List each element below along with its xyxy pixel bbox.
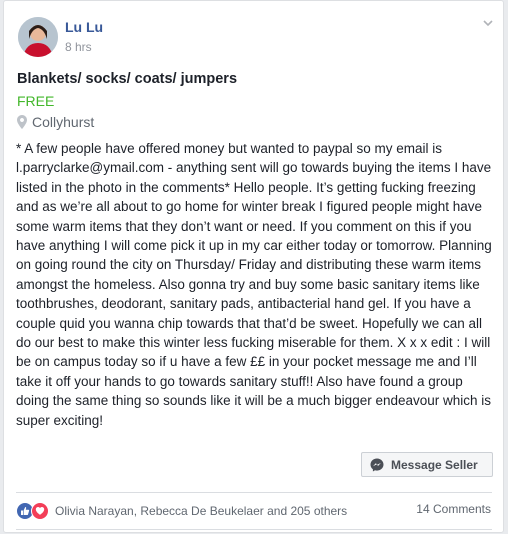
chevron-down-icon[interactable]	[480, 15, 496, 31]
avatar[interactable]	[18, 17, 58, 57]
messenger-icon	[370, 458, 384, 471]
reactions-summary[interactable]: Olivia Narayan, Rebecca De Beukelaer and…	[16, 502, 347, 520]
post-time[interactable]: 8 hrs	[65, 40, 92, 54]
listing-price: FREE	[17, 93, 55, 109]
author-name[interactable]: Lu Lu	[65, 19, 103, 35]
marketplace-post-card: Lu Lu 8 hrs Blankets/ socks/ coats/ jump…	[3, 0, 504, 533]
listing-title: Blankets/ socks/ coats/ jumpers	[17, 71, 238, 87]
love-reaction-icon	[31, 502, 49, 520]
post-body-text: * A few people have offered money but wa…	[16, 141, 492, 428]
message-seller-button[interactable]: Message Seller	[361, 452, 493, 477]
divider-bottom	[16, 529, 492, 530]
location-pin-icon	[17, 115, 27, 129]
location-text: Collyhurst	[32, 114, 95, 130]
message-seller-label: Message Seller	[391, 457, 478, 472]
listing-location: Collyhurst	[17, 114, 94, 130]
reactions-text: Olivia Narayan, Rebecca De Beukelaer and…	[55, 504, 348, 518]
comments-count[interactable]: 14 Comments	[416, 502, 491, 516]
divider	[16, 492, 492, 493]
